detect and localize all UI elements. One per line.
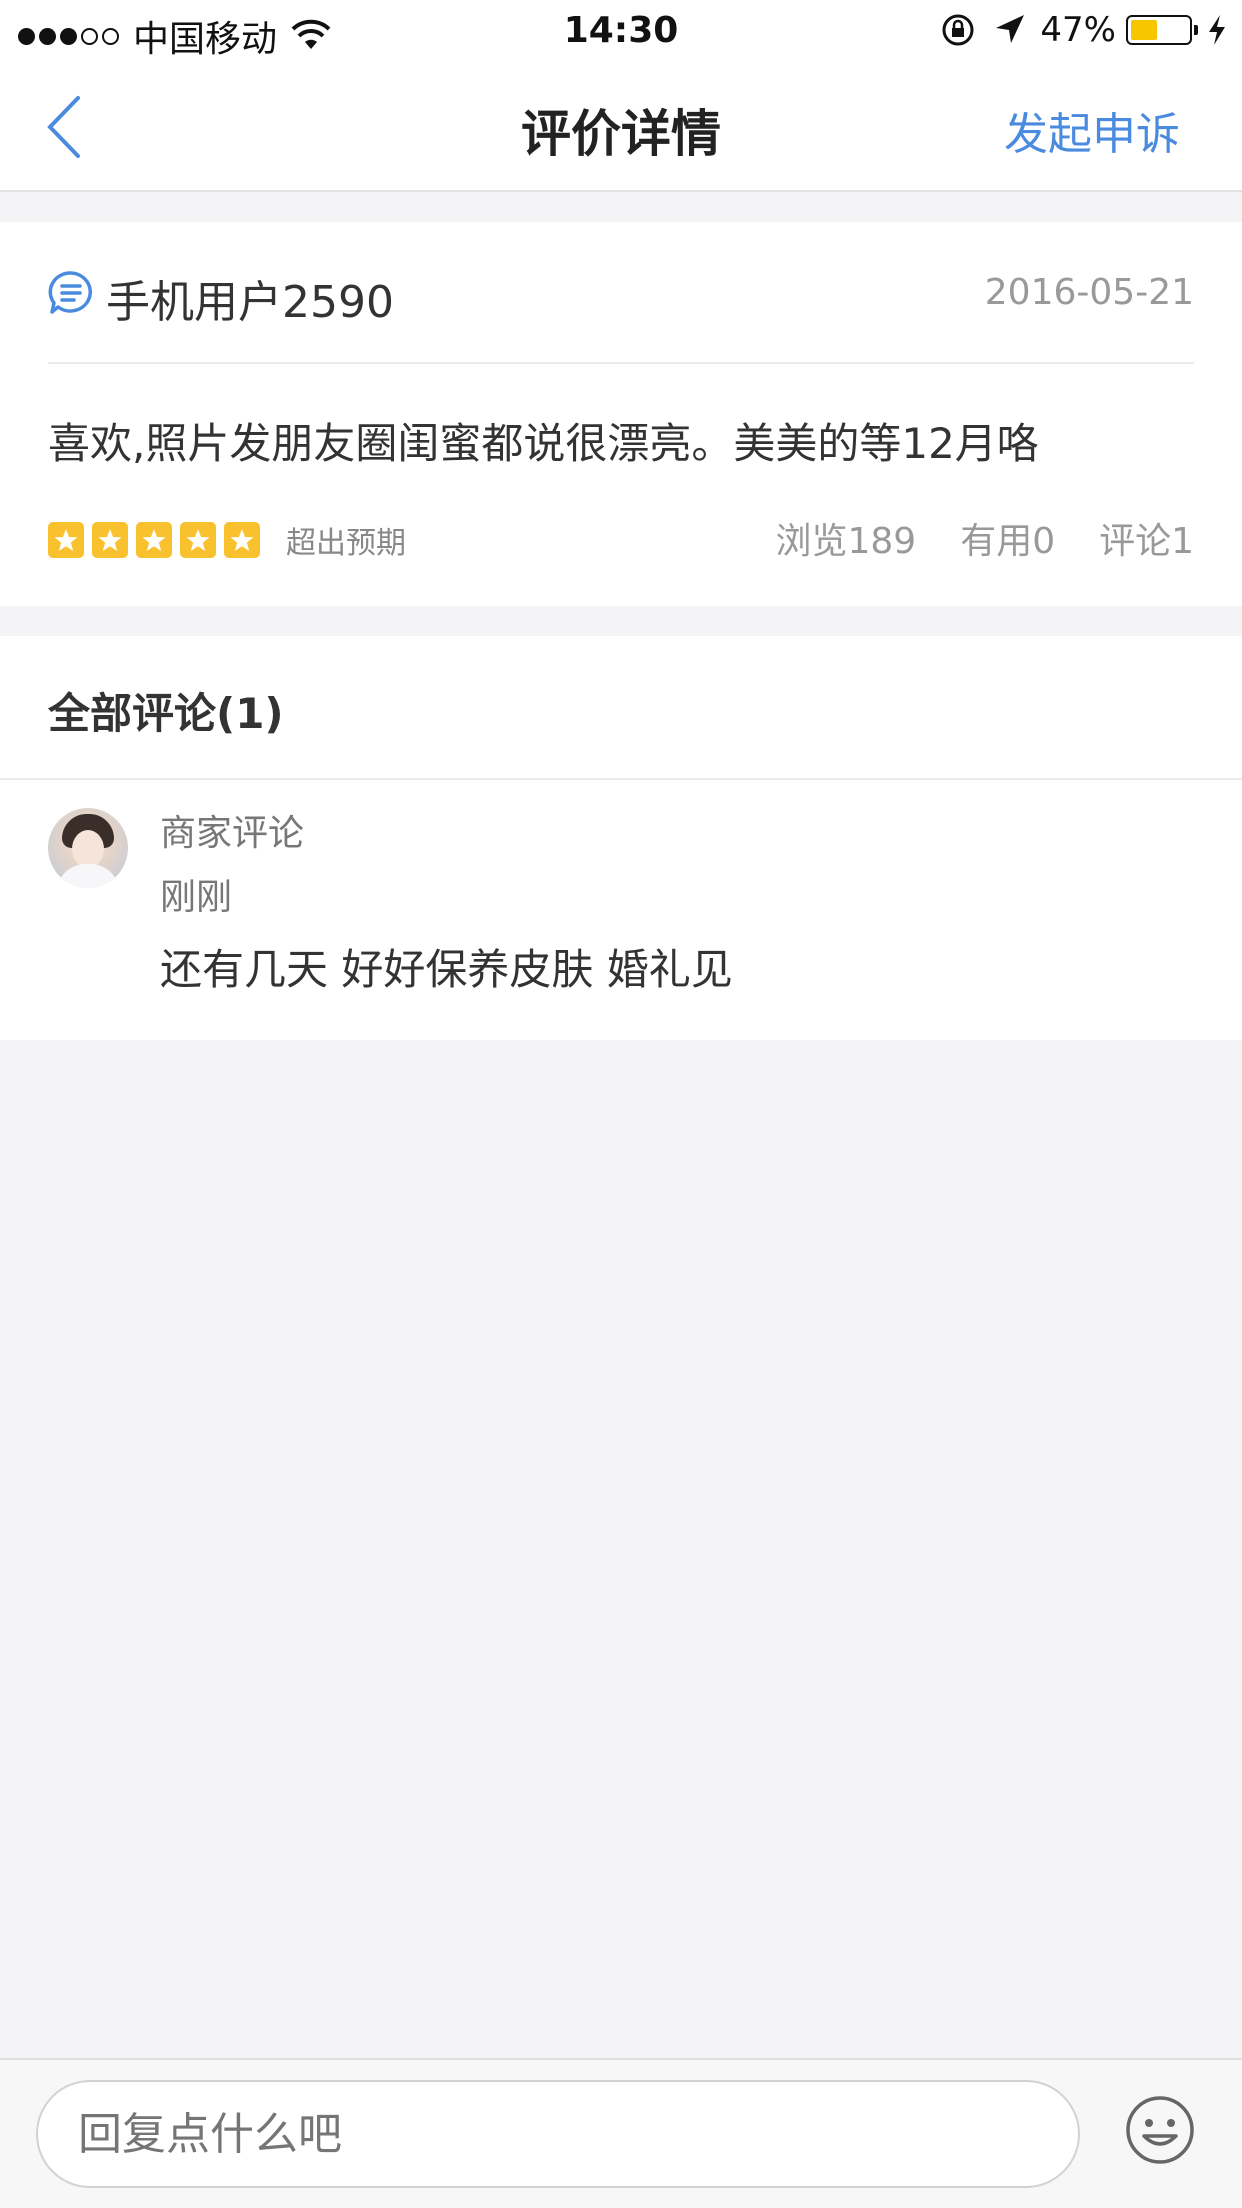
review-stats: 浏览189 有用0 评论1 [731,512,1194,564]
reply-input[interactable] [36,2080,1080,2188]
charging-bolt-icon [1209,15,1225,45]
location-arrow-icon [996,15,1025,43]
views-count: 浏览189 [775,521,917,562]
battery-icon [1126,15,1192,45]
battery-level [1131,20,1158,40]
review-text: 喜欢,照片发朋友圈闺蜜都说很漂亮。美美的等12月咯 [48,419,1039,468]
rating-label: 超出预期 [286,526,406,561]
rotation-lock-icon [942,14,974,46]
comments-title: 全部评论(1) [48,689,284,738]
battery-percent: 47% [1040,10,1116,50]
stars-row [48,522,268,558]
divider [0,778,1242,780]
chat-bubble-icon [48,271,92,314]
avatar[interactable] [48,808,128,888]
review-card: 手机用户2590 2016-05-21 喜欢,照片发朋友圈闺蜜都说很漂亮。美美的… [0,222,1242,606]
status-right: 47% [940,10,1228,50]
comments-count: 评论1 [1099,521,1194,562]
battery-tip [1194,25,1198,35]
comment-author: 商家评论 [160,813,305,854]
star-icon [180,522,216,558]
smiley-icon[interactable] [1124,2094,1196,2166]
review-header: 手机用户2590 2016-05-21 [48,222,1194,364]
appeal-button[interactable]: 发起申诉 [1004,98,1180,162]
star-icon [224,522,260,558]
comments-section: 全部评论(1) 商家评论 刚刚 还有几天 好好保养皮肤 婚礼见 [0,636,1242,1040]
reply-bar [0,2058,1242,2208]
star-icon [92,522,128,558]
star-icon [136,522,172,558]
star-icon [48,522,84,558]
reviewer-name: 手机用户2590 [106,277,394,328]
navigation-bar: 评价详情 发起申诉 [0,64,1242,192]
star-rating: 超出预期 [48,518,406,562]
useful-button[interactable]: 有用0 [960,512,1055,564]
status-bar: 中国移动 14:30 47% [0,0,1242,64]
comment-time: 刚刚 [160,877,233,918]
review-date: 2016-05-21 [984,272,1194,313]
comment-text: 还有几天 好好保养皮肤 婚礼见 [160,945,733,994]
